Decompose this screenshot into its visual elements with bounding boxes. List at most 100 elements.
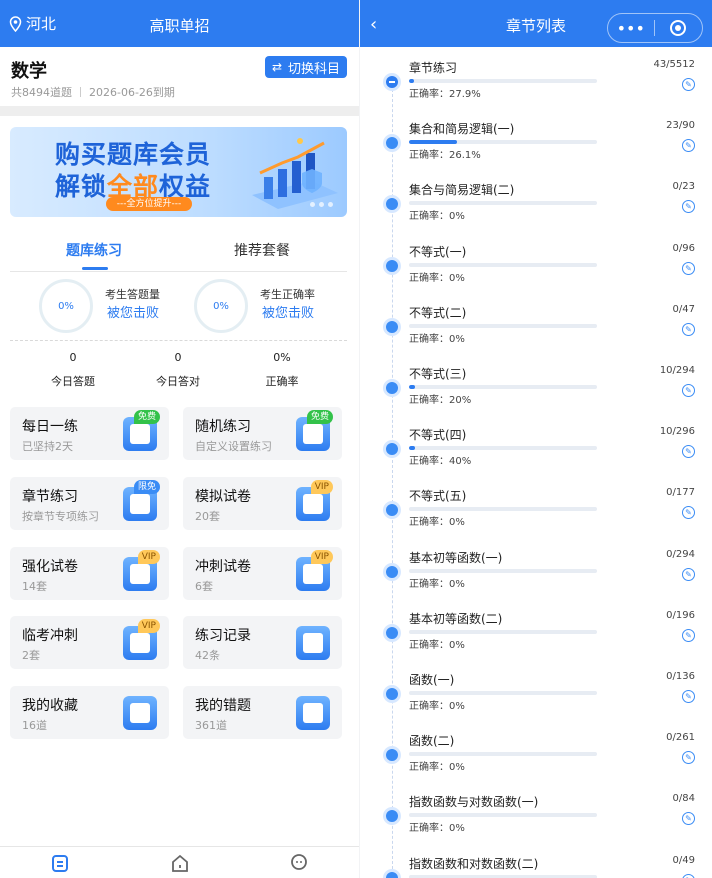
answer-count-beat-link[interactable]: 被您击败 xyxy=(107,302,159,321)
edit-icon[interactable]: ✎ xyxy=(682,873,695,878)
card-random-practice[interactable]: 随机练习 自定义设置练习 免费 xyxy=(183,407,342,460)
edit-icon[interactable]: ✎ xyxy=(682,506,695,520)
chapter-count: 0/136 xyxy=(666,671,695,682)
card-mock-exam[interactable]: 模拟试卷 20套 VIP xyxy=(183,477,342,530)
nav-home-icon[interactable] xyxy=(170,853,190,873)
chapter-progress-bar xyxy=(409,201,597,206)
edit-icon[interactable]: ✎ xyxy=(682,445,695,459)
switch-subject-label: 切换科目 xyxy=(288,61,341,77)
edit-icon[interactable]: ✎ xyxy=(682,751,695,765)
document-icon: 限免 xyxy=(123,480,160,521)
card-subtitle: 20套 xyxy=(195,510,220,523)
card-subtitle: 14套 xyxy=(22,580,47,593)
chapter-name: 函数(一) xyxy=(409,673,455,687)
chapter-item[interactable]: 不等式(一) 0/96 正确率：0% ✎ xyxy=(360,243,712,304)
edit-paper-icon: VIP xyxy=(123,550,160,591)
vip-promo-banner[interactable]: 购买题库会员 解锁全部权益 ---全方位提升--- xyxy=(10,127,347,217)
chapter-count: 0/84 xyxy=(672,793,695,805)
today-rate-value: 0% xyxy=(273,351,291,364)
timeline-dot xyxy=(386,688,398,700)
edit-icon[interactable]: ✎ xyxy=(682,139,695,153)
chapter-item[interactable]: 不等式(三) 10/294 正确率：20% ✎ xyxy=(360,365,712,426)
tab-recommended-package[interactable]: 推荐套餐 xyxy=(178,240,346,260)
card-my-mistakes[interactable]: 我的错题 361道 xyxy=(183,686,342,739)
chapter-item[interactable]: 函数(一) 0/136 正确率：0% ✎ xyxy=(360,671,712,732)
chapter-accuracy: 正确率：0% xyxy=(409,211,465,223)
chapter-progress-bar xyxy=(409,446,597,451)
card-practice-record[interactable]: 练习记录 42条 xyxy=(183,616,342,669)
chapter-count: 0/177 xyxy=(666,487,695,499)
chapter-item[interactable]: 不等式(五) 0/177 正确率：0% ✎ xyxy=(360,487,712,548)
accuracy-beat-link[interactable]: 被您击败 xyxy=(262,302,314,321)
chapter-accuracy: 正确率：26.1% xyxy=(409,150,481,162)
chapter-item[interactable]: 基本初等函数(一) 0/294 正确率：0% ✎ xyxy=(360,549,712,610)
edit-icon[interactable]: ✎ xyxy=(682,384,695,397)
subject-name: 数学 xyxy=(11,61,47,82)
chapter-count: 0/49 xyxy=(672,854,695,866)
chapter-accuracy: 正确率：0% xyxy=(409,272,465,284)
chapter-name: 不等式(五) xyxy=(409,489,467,504)
card-title: 章节练习 xyxy=(22,489,78,505)
chapter-progress-bar xyxy=(409,691,597,695)
collapse-icon[interactable] xyxy=(386,76,398,88)
switch-arrows-icon: ⇄ xyxy=(271,60,283,74)
card-title: 我的错题 xyxy=(195,698,251,714)
edit-paper-icon: VIP xyxy=(296,550,333,591)
timeline-dot xyxy=(386,198,398,211)
card-intensive-exam[interactable]: 强化试卷 14套 VIP xyxy=(10,547,169,600)
chapter-accuracy: 正确率：0% xyxy=(409,517,465,529)
edit-icon[interactable]: ✎ xyxy=(682,812,695,826)
chapter-progress-fill xyxy=(409,140,458,145)
chapter-name: 章节练习 xyxy=(409,61,458,75)
edit-icon[interactable]: ✎ xyxy=(682,200,695,214)
chapter-name: 基本初等函数(一) xyxy=(409,550,503,565)
mini-program-capsule: ••• xyxy=(607,13,703,43)
tab-question-practice[interactable]: 题库练习 xyxy=(10,240,178,260)
card-daily-practice[interactable]: 每日一练 已坚持2天 免费 xyxy=(10,407,169,460)
chapter-item[interactable]: 函数(二) 0/261 正确率：0% ✎ xyxy=(360,732,712,793)
edit-icon[interactable]: ✎ xyxy=(682,261,695,275)
vip-badge: VIP xyxy=(310,480,333,494)
today-answered-value: 0 xyxy=(69,351,77,364)
section-tabs: 题库练习 推荐套餐 xyxy=(10,236,347,272)
chapter-item[interactable]: 章节练习 43/5512 正确率：27.9% ✎ xyxy=(360,59,712,120)
chapter-name: 不等式(三) xyxy=(409,367,467,381)
chapter-item[interactable]: 不等式(四) 10/296 正确率：40% ✎ xyxy=(360,426,712,487)
chapter-name: 不等式(四) xyxy=(409,428,467,443)
card-subtitle: 6套 xyxy=(195,580,213,593)
timeline-dot xyxy=(386,810,398,823)
card-title: 模拟试卷 xyxy=(195,489,251,505)
chapter-item[interactable]: 集合与简易逻辑(二) 0/23 正确率：0% ✎ xyxy=(360,181,712,242)
nav-profile-icon[interactable] xyxy=(289,853,309,873)
chapter-progress-bar xyxy=(409,507,597,512)
edit-icon[interactable]: ✎ xyxy=(682,322,695,336)
carousel-dots xyxy=(310,202,337,207)
chapter-item[interactable]: 不等式(二) 0/47 正确率：0% ✎ xyxy=(360,304,712,365)
star-icon xyxy=(123,696,157,730)
card-my-favorites[interactable]: 我的收藏 16道 xyxy=(10,686,169,739)
chapter-progress-bar xyxy=(409,385,597,389)
timeline-dot xyxy=(386,382,398,394)
chapter-item[interactable]: 基本初等函数(二) 0/196 正确率：0% ✎ xyxy=(360,610,712,671)
edit-icon[interactable]: ✎ xyxy=(682,567,695,581)
edit-icon[interactable]: ✎ xyxy=(682,690,695,703)
wrong-icon xyxy=(296,696,330,730)
card-title: 临考冲刺 xyxy=(22,628,78,644)
chapter-accuracy: 正确率：0% xyxy=(409,823,465,835)
more-menu-icon[interactable]: ••• xyxy=(608,19,654,38)
card-chapter-practice[interactable]: 章节练习 按章节专项练习 限免 xyxy=(10,477,169,530)
chapter-progress-bar xyxy=(409,262,597,267)
close-icon[interactable] xyxy=(655,20,703,36)
nav-question-bank-icon[interactable] xyxy=(50,853,70,873)
chapter-item[interactable]: 集合和简易逻辑(一) 23/90 正确率：26.1% ✎ xyxy=(360,120,712,181)
card-title: 我的收藏 xyxy=(22,698,78,714)
edit-icon[interactable]: ✎ xyxy=(682,628,695,642)
edit-icon[interactable]: ✎ xyxy=(682,78,695,91)
chapter-item[interactable]: 指数函数和对数函数(二) 0/49 ✎ xyxy=(360,855,712,878)
chapter-accuracy: 正确率：0% xyxy=(409,762,465,774)
switch-subject-button[interactable]: ⇄ 切换科目 xyxy=(265,56,347,78)
card-sprint-exam[interactable]: 冲刺试卷 6套 VIP xyxy=(183,547,342,600)
chapter-item[interactable]: 指数函数与对数函数(一) 0/84 正确率：0% ✎ xyxy=(360,793,712,854)
card-pre-exam-sprint[interactable]: 临考冲刺 2套 VIP xyxy=(10,616,169,669)
chapter-progress-bar xyxy=(409,79,597,83)
